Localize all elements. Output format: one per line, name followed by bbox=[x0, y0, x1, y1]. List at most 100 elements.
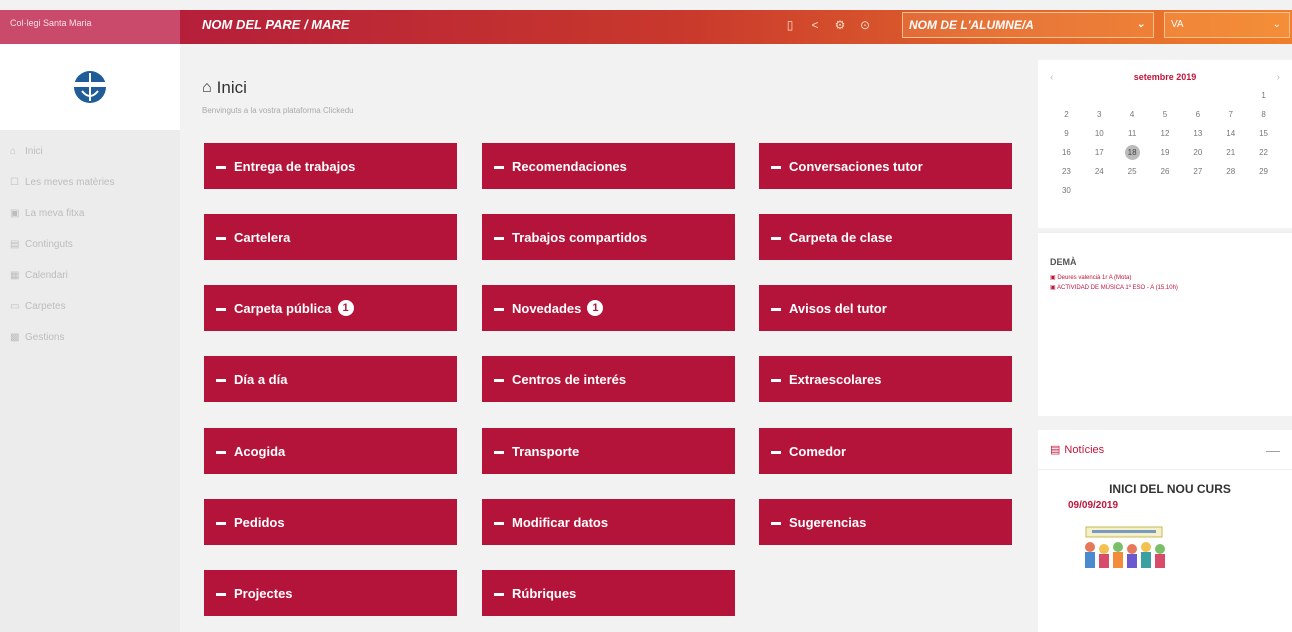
tile-button[interactable]: ▬ Recomendaciones bbox=[482, 143, 735, 189]
tile-button[interactable]: ▬ Projectes bbox=[204, 570, 457, 616]
content-icon: ▤ bbox=[10, 239, 20, 250]
calendar-day[interactable]: 2 bbox=[1050, 105, 1083, 124]
calendar-day[interactable]: 25 bbox=[1116, 162, 1149, 181]
tile-button[interactable]: ▬ Carpeta pública 1 bbox=[204, 285, 457, 331]
calendar-day[interactable]: 9 bbox=[1050, 124, 1083, 143]
calendar-day[interactable]: 26 bbox=[1149, 162, 1182, 181]
calendar-day-number: 29 bbox=[1259, 167, 1269, 176]
tile-label: Avisos del tutor bbox=[789, 300, 887, 316]
folder-icon: ▬ bbox=[771, 302, 781, 314]
tile-button[interactable]: ▬ Trabajos compartidos bbox=[482, 214, 735, 260]
news-image bbox=[1085, 526, 1165, 568]
sidebar-item-4[interactable]: ▦ Calendari bbox=[0, 260, 180, 291]
sidebar-item-label: Continguts bbox=[25, 239, 73, 250]
calendar-day[interactable]: 5 bbox=[1149, 105, 1182, 124]
tile-button[interactable]: ▬ Acogida bbox=[204, 428, 457, 474]
tile-button[interactable]: ▬ Sugerencias bbox=[759, 499, 1012, 545]
calendar-day[interactable]: 19 bbox=[1149, 143, 1182, 162]
sidebar-item-2[interactable]: ▣ La meva fitxa bbox=[0, 198, 180, 229]
calendar-day[interactable]: 8 bbox=[1247, 105, 1280, 124]
student-select[interactable]: NOM DE L'ALUMNE/A ⌄ bbox=[902, 12, 1154, 38]
sidebar-item-5[interactable]: ▭ Carpetes bbox=[0, 291, 180, 322]
tile-button[interactable]: ▬ Cartelera bbox=[204, 214, 457, 260]
folder-icon: ▬ bbox=[771, 516, 781, 528]
folder-icon: ▬ bbox=[494, 302, 504, 314]
sidebar-item-0[interactable]: ⌂ Inici bbox=[0, 136, 180, 167]
calendar-day[interactable]: 29 bbox=[1247, 162, 1280, 181]
tile-button[interactable]: ▬ Entrega de trabajos bbox=[204, 143, 457, 189]
chevron-down-icon: ⌄ bbox=[1136, 19, 1145, 30]
event-item[interactable]: ▣ Deures valencià 1r A (Mota) bbox=[1050, 273, 1280, 283]
calendar-day[interactable]: 30 bbox=[1050, 181, 1083, 200]
calendar-day[interactable]: 22 bbox=[1247, 143, 1280, 162]
tile-button[interactable]: ▬ Extraescolares bbox=[759, 356, 1012, 402]
calendar-day[interactable]: 17 bbox=[1083, 143, 1116, 162]
calendar-day[interactable]: 3 bbox=[1083, 105, 1116, 124]
mobile-icon[interactable]: ▯ bbox=[782, 16, 798, 34]
calendar-icon: ▣ bbox=[1050, 275, 1056, 281]
tile-button[interactable]: ▬ Centros de interés bbox=[482, 356, 735, 402]
news-widget: ▤ Notícies — INICI DEL NOU CURS 09/09/20… bbox=[1038, 430, 1292, 632]
tile-label: Día a día bbox=[234, 371, 288, 387]
sidebar-item-label: Inici bbox=[25, 146, 43, 157]
folder-icon: ▬ bbox=[771, 445, 781, 457]
tile-label: Conversaciones tutor bbox=[789, 158, 923, 174]
calendar-day[interactable]: 14 bbox=[1214, 124, 1247, 143]
calendar-day[interactable]: 6 bbox=[1181, 105, 1214, 124]
tile-button[interactable]: ▬ Transporte bbox=[482, 428, 735, 474]
collapse-button[interactable]: — bbox=[1266, 442, 1280, 458]
settings-icon[interactable]: ⚙ bbox=[832, 16, 848, 34]
calendar-day-number: 2 bbox=[1064, 110, 1069, 119]
calendar-day[interactable]: 12 bbox=[1149, 124, 1182, 143]
calendar-day[interactable]: 16 bbox=[1050, 143, 1083, 162]
circle-dot-icon[interactable]: ⊙ bbox=[857, 16, 873, 34]
tile-button[interactable]: ▬ Comedor bbox=[759, 428, 1012, 474]
tile-label: Recomendaciones bbox=[512, 158, 627, 174]
calendar-day[interactable]: 27 bbox=[1181, 162, 1214, 181]
tile-button[interactable]: ▬ Carpeta de clase bbox=[759, 214, 1012, 260]
tile-button[interactable]: ▬ Rúbriques bbox=[482, 570, 735, 616]
tile-label: Modificar datos bbox=[512, 514, 609, 530]
calendar-day[interactable]: 4 bbox=[1116, 105, 1149, 124]
year-select[interactable]: VA ⌄ bbox=[1164, 12, 1290, 38]
calendar-day-number: 9 bbox=[1064, 129, 1069, 138]
tile-button[interactable]: ▬ Modificar datos bbox=[482, 499, 735, 545]
calendar-day[interactable]: 1 bbox=[1247, 86, 1280, 105]
tile-button[interactable]: ▬ Conversaciones tutor bbox=[759, 143, 1012, 189]
calendar-next-button[interactable]: › bbox=[1277, 72, 1280, 83]
parent-name: NOM DEL PARE / MARE bbox=[202, 17, 350, 32]
event-text: ACTIVIDAD DE MÚSICA 1º ESO - A (15.10h) bbox=[1057, 285, 1178, 291]
tile-button[interactable]: ▬ Día a día bbox=[204, 356, 457, 402]
calendar-day[interactable]: 20 bbox=[1181, 143, 1214, 162]
event-item[interactable]: ▣ ACTIVIDAD DE MÚSICA 1º ESO - A (15.10h… bbox=[1050, 283, 1280, 293]
news-headline[interactable]: INICI DEL NOU CURS bbox=[1068, 482, 1272, 496]
sidebar-item-6[interactable]: ▩ Gestions bbox=[0, 322, 180, 353]
tile-button[interactable]: ▬ Novedades 1 bbox=[482, 285, 735, 331]
calendar-day[interactable]: 28 bbox=[1214, 162, 1247, 181]
page-title: ⌂ Inici bbox=[202, 78, 247, 98]
share-icon[interactable]: < bbox=[807, 16, 823, 34]
calendar-day-number: 5 bbox=[1162, 110, 1168, 119]
calendar-day[interactable]: 15 bbox=[1247, 124, 1280, 143]
calendar-day[interactable]: 21 bbox=[1214, 143, 1247, 162]
tile-button[interactable]: ▬ Pedidos bbox=[204, 499, 457, 545]
card-icon: ▣ bbox=[10, 208, 20, 219]
sidebar-item-3[interactable]: ▤ Continguts bbox=[0, 229, 180, 260]
calendar-day-number: 17 bbox=[1094, 148, 1104, 157]
calendar-day[interactable]: 23 bbox=[1050, 162, 1083, 181]
folder-icon: ▬ bbox=[494, 516, 504, 528]
tile-button[interactable]: ▬ Avisos del tutor bbox=[759, 285, 1012, 331]
folder-icon: ▬ bbox=[494, 587, 504, 599]
calendar-day[interactable]: 10 bbox=[1083, 124, 1116, 143]
calendar-day-number: 4 bbox=[1129, 110, 1135, 119]
calendar-day[interactable]: 18 bbox=[1116, 143, 1149, 162]
tile-label: Acogida bbox=[234, 443, 286, 459]
calendar-day[interactable]: 13 bbox=[1181, 124, 1214, 143]
calendar-day-number: 7 bbox=[1228, 110, 1233, 119]
sidebar-item-1[interactable]: ☐ Les meves matèries bbox=[0, 167, 180, 198]
calendar-day[interactable]: 7 bbox=[1214, 105, 1247, 124]
folder-icon: ▬ bbox=[494, 445, 504, 457]
calendar-day[interactable]: 24 bbox=[1083, 162, 1116, 181]
calendar-prev-button[interactable]: ‹ bbox=[1050, 72, 1053, 83]
calendar-day[interactable]: 11 bbox=[1116, 124, 1149, 143]
